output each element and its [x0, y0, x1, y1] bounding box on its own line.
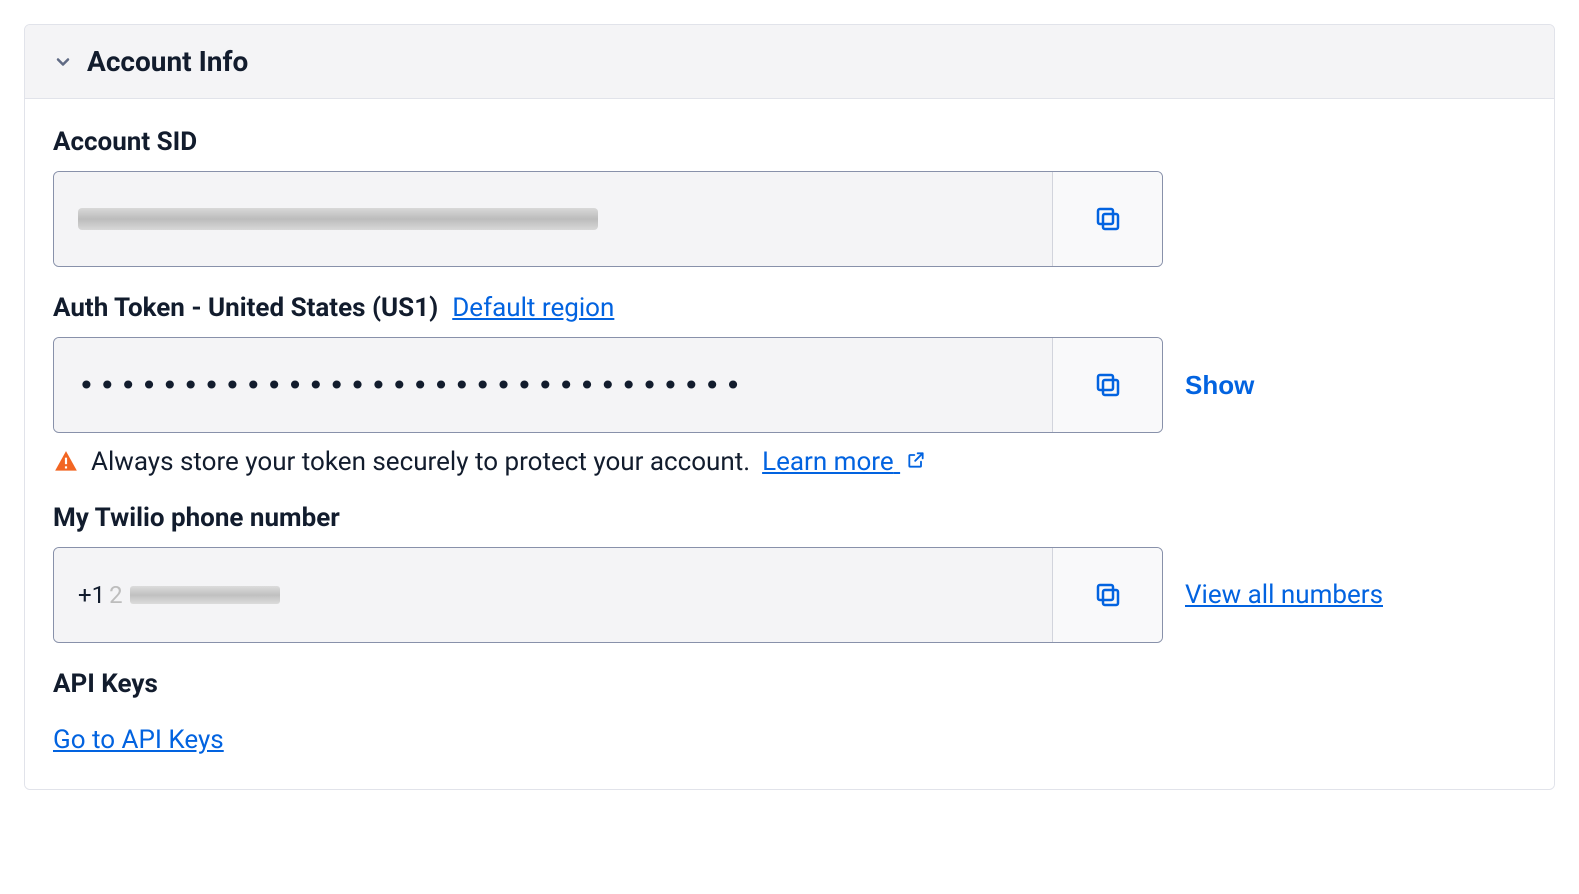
- account-info-panel: Account Info Account SID: [24, 24, 1555, 790]
- learn-more-text: Learn more: [762, 447, 894, 477]
- panel-body: Account SID: [25, 99, 1554, 789]
- phone-value[interactable]: +12: [54, 548, 1052, 642]
- phone-prefix: +1: [78, 581, 105, 609]
- chevron-down-icon: [53, 52, 73, 72]
- auth-token-section: Auth Token - United States (US1) Default…: [53, 293, 1526, 477]
- go-to-api-keys-link[interactable]: Go to API Keys: [53, 725, 224, 755]
- auth-token-input-group: ••••••••••••••••••••••••••••••••: [53, 337, 1163, 433]
- account-sid-value[interactable]: [54, 172, 1052, 266]
- copy-icon: [1093, 580, 1123, 610]
- copy-icon: [1093, 204, 1123, 234]
- phone-input-group: +12: [53, 547, 1163, 643]
- learn-more-link[interactable]: Learn more: [762, 447, 926, 477]
- account-info-header[interactable]: Account Info: [25, 25, 1554, 99]
- phone-section: My Twilio phone number +12: [53, 503, 1526, 643]
- auth-token-hint: Always store your token securely to prot…: [53, 447, 1526, 477]
- auth-token-value[interactable]: ••••••••••••••••••••••••••••••••: [54, 338, 1052, 432]
- phone-label: My Twilio phone number: [53, 503, 1526, 533]
- auth-token-hint-text: Always store your token securely to prot…: [91, 447, 750, 477]
- view-all-numbers-link[interactable]: View all numbers: [1185, 580, 1383, 610]
- warning-icon: [53, 449, 79, 475]
- copy-phone-button[interactable]: [1052, 548, 1162, 642]
- auth-token-masked: ••••••••••••••••••••••••••••••••: [78, 369, 745, 402]
- redacted-blur-icon: [78, 208, 598, 230]
- show-auth-token-button[interactable]: Show: [1185, 366, 1254, 405]
- copy-icon: [1093, 370, 1123, 400]
- copy-auth-token-button[interactable]: [1052, 338, 1162, 432]
- account-sid-label: Account SID: [53, 127, 1526, 157]
- copy-account-sid-button[interactable]: [1052, 172, 1162, 266]
- default-region-link[interactable]: Default region: [452, 293, 614, 323]
- api-keys-section: API Keys Go to API Keys: [53, 669, 1526, 755]
- api-keys-label: API Keys: [53, 669, 1526, 699]
- phone-redacted: 2: [109, 581, 124, 609]
- panel-title: Account Info: [87, 45, 248, 78]
- account-sid-section: Account SID: [53, 127, 1526, 267]
- auth-token-label: Auth Token - United States (US1): [53, 293, 438, 323]
- external-link-icon: [906, 447, 926, 477]
- redacted-blur-icon: [130, 586, 280, 604]
- account-sid-input-group: [53, 171, 1163, 267]
